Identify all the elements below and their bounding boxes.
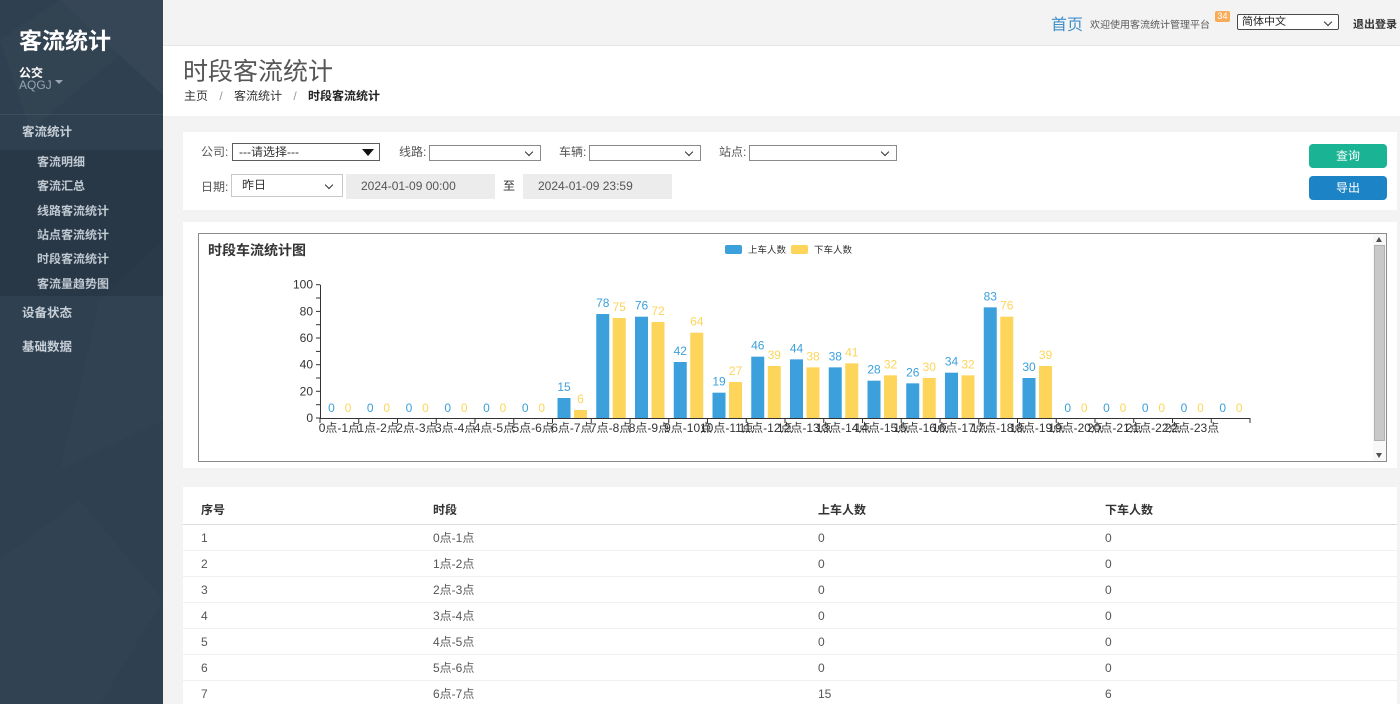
svg-text:32: 32 (961, 357, 975, 371)
svg-text:0: 0 (1236, 401, 1243, 415)
svg-text:0: 0 (1120, 401, 1127, 415)
svg-text:0: 0 (1181, 401, 1188, 415)
svg-text:0: 0 (461, 401, 468, 415)
svg-text:40: 40 (300, 357, 314, 371)
svg-text:0: 0 (444, 401, 451, 415)
svg-text:3点-4点: 3点-4点 (435, 421, 476, 435)
svg-text:46: 46 (751, 338, 765, 352)
svg-text:72: 72 (651, 304, 665, 318)
svg-text:20: 20 (300, 384, 314, 398)
svg-text:6点-7点: 6点-7点 (551, 421, 592, 435)
svg-text:27: 27 (729, 364, 743, 378)
svg-text:26: 26 (906, 365, 920, 379)
svg-text:76: 76 (635, 298, 649, 312)
svg-text:6: 6 (577, 392, 584, 406)
svg-text:64: 64 (690, 314, 704, 328)
svg-text:0: 0 (422, 401, 429, 415)
svg-text:0: 0 (483, 401, 490, 415)
svg-text:100: 100 (293, 277, 313, 291)
svg-text:4点-5点: 4点-5点 (474, 421, 515, 435)
svg-text:75: 75 (613, 300, 627, 314)
svg-text:0: 0 (522, 401, 529, 415)
svg-text:34: 34 (945, 354, 959, 368)
svg-text:30: 30 (923, 360, 937, 374)
svg-text:28: 28 (867, 362, 881, 376)
svg-text:44: 44 (790, 341, 804, 355)
svg-text:0: 0 (538, 401, 545, 415)
svg-text:19: 19 (712, 374, 726, 388)
svg-text:0: 0 (306, 411, 313, 425)
svg-text:78: 78 (596, 296, 610, 310)
svg-text:22点-23点: 22点-23点 (1165, 421, 1220, 435)
svg-text:1点-2点: 1点-2点 (357, 421, 398, 435)
svg-text:41: 41 (845, 345, 859, 359)
svg-text:0: 0 (1081, 401, 1088, 415)
svg-text:0: 0 (345, 401, 352, 415)
svg-text:39: 39 (1039, 348, 1053, 362)
svg-text:38: 38 (829, 349, 843, 363)
svg-text:0点-1点: 0点-1点 (319, 421, 360, 435)
svg-text:32: 32 (884, 357, 898, 371)
svg-text:0: 0 (1158, 401, 1165, 415)
svg-text:2点-3点: 2点-3点 (396, 421, 437, 435)
svg-text:0: 0 (500, 401, 507, 415)
svg-text:0: 0 (1103, 401, 1110, 415)
svg-text:76: 76 (1000, 298, 1014, 312)
svg-text:0: 0 (1064, 401, 1071, 415)
svg-text:0: 0 (383, 401, 390, 415)
svg-text:5点-6点: 5点-6点 (512, 421, 553, 435)
svg-text:0: 0 (1142, 401, 1149, 415)
svg-text:30: 30 (1022, 360, 1036, 374)
svg-text:0: 0 (1219, 401, 1226, 415)
svg-text:0: 0 (406, 401, 413, 415)
svg-text:0: 0 (1197, 401, 1204, 415)
svg-text:0: 0 (328, 401, 335, 415)
svg-text:38: 38 (806, 349, 820, 363)
svg-text:42: 42 (674, 344, 688, 358)
svg-text:39: 39 (768, 348, 782, 362)
svg-text:15: 15 (557, 380, 571, 394)
svg-text:83: 83 (984, 289, 998, 303)
svg-text:7点-8点: 7点-8点 (590, 421, 631, 435)
svg-text:60: 60 (300, 331, 314, 345)
svg-text:0: 0 (367, 401, 374, 415)
svg-text:80: 80 (300, 304, 314, 318)
